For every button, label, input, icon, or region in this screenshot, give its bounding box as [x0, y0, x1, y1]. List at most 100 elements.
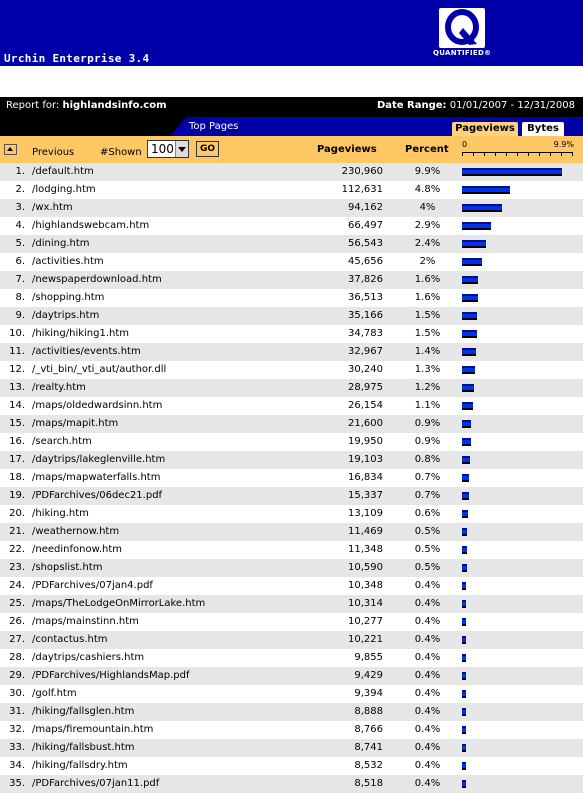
scale-tick	[473, 152, 474, 156]
row-page-link[interactable]: /default.htm	[32, 163, 94, 181]
scroll-up-button[interactable]	[4, 144, 17, 155]
row-pageviews: 9,429	[354, 670, 383, 681]
row-page-link[interactable]: /hiking/hiking1.htm	[32, 325, 129, 343]
row-percent: 1.4%	[414, 346, 441, 357]
row-percent-bar	[462, 780, 466, 788]
row-pageviews: 16,834	[348, 472, 383, 483]
row-pageviews: 26,154	[348, 400, 383, 411]
row-page-link[interactable]: /shopping.htm	[32, 289, 104, 307]
table-row: 34. /hiking/fallsdry.htm 8,532 0.4%	[0, 757, 583, 775]
row-page-link[interactable]: /highlandswebcam.htm	[32, 217, 149, 235]
table-row: 14. /maps/oldedwardsinn.htm 26,154 1.1%	[0, 397, 583, 415]
row-percent-bar	[462, 726, 466, 734]
row-pageviews: 8,518	[354, 778, 383, 789]
row-percent: 1.1%	[414, 400, 441, 411]
row-page-link[interactable]: /activities.htm	[32, 253, 104, 271]
row-page-link[interactable]: /dining.htm	[32, 235, 89, 253]
row-percent-bar	[462, 312, 477, 320]
row-page-link[interactable]: /hiking.htm	[32, 505, 89, 523]
row-page-link[interactable]: /maps/firemountain.htm	[32, 721, 153, 739]
table-row: 16. /search.htm 19,950 0.9%	[0, 433, 583, 451]
column-header-pageviews[interactable]: Pageviews	[317, 144, 377, 155]
row-page-link[interactable]: /maps/mainstinn.htm	[32, 613, 139, 631]
row-rank: 8.	[15, 292, 25, 303]
scale-tick	[550, 152, 551, 156]
row-page-link[interactable]: /daytrips/lakeglenville.htm	[32, 451, 165, 469]
row-rank: 21.	[9, 526, 25, 537]
row-pageviews: 28,975	[348, 382, 383, 393]
row-page-link[interactable]: /golf.htm	[32, 685, 77, 703]
row-page-link[interactable]: /hiking/fallsbust.htm	[32, 739, 135, 757]
row-page-link[interactable]: /daytrips.htm	[32, 307, 99, 325]
row-rank: 34.	[9, 760, 25, 771]
go-button[interactable]: GO	[196, 141, 219, 157]
table-row: 3. /wx.htm 94,162 4%	[0, 199, 583, 217]
row-page-link[interactable]: /daytrips/cashiers.htm	[32, 649, 144, 667]
row-page-link[interactable]: /PDFarchives/HighlandsMap.pdf	[32, 667, 190, 685]
row-percent: 0.9%	[414, 418, 441, 429]
row-page-link[interactable]: /weathernow.htm	[32, 523, 119, 541]
table-row: 28. /daytrips/cashiers.htm 9,855 0.4%	[0, 649, 583, 667]
table-row: 32. /maps/firemountain.htm 8,766 0.4%	[0, 721, 583, 739]
tab-pageviews[interactable]: Pageviews	[452, 122, 518, 136]
row-percent-bar	[462, 384, 474, 392]
row-page-link[interactable]: /maps/oldedwardsinn.htm	[32, 397, 162, 415]
row-pageviews: 15,337	[348, 490, 383, 501]
row-percent-bar	[462, 168, 562, 176]
shown-select[interactable]: 100	[147, 140, 189, 158]
row-page-link[interactable]: /activities/events.htm	[32, 343, 141, 361]
spacer-band	[0, 66, 583, 97]
row-rank: 10.	[9, 328, 25, 339]
row-page-link[interactable]: /realty.htm	[32, 379, 86, 397]
tab-bytes[interactable]: Bytes	[522, 122, 564, 136]
row-page-link[interactable]: /maps/mapwaterfalls.htm	[32, 469, 160, 487]
row-pageviews: 10,348	[348, 580, 383, 591]
row-page-link[interactable]: /hiking/fallsglen.htm	[32, 703, 134, 721]
row-page-link[interactable]: /newspaperdownload.htm	[32, 271, 162, 289]
row-percent-bar	[462, 510, 468, 518]
tab-bar-left	[0, 117, 180, 136]
row-pageviews: 45,656	[348, 256, 383, 267]
row-percent: 0.5%	[414, 544, 441, 555]
row-page-link[interactable]: /needinfonow.htm	[32, 541, 122, 559]
row-pageviews: 34,783	[348, 328, 383, 339]
row-rank: 22.	[9, 544, 25, 555]
table-row: 26. /maps/mainstinn.htm 10,277 0.4%	[0, 613, 583, 631]
row-page-link[interactable]: /PDFarchives/07jan4.pdf	[32, 577, 153, 595]
row-pageviews: 8,532	[354, 760, 383, 771]
logo-text: QUANTIFIED®	[433, 49, 492, 57]
row-pageviews: 10,314	[348, 598, 383, 609]
row-percent-bar	[462, 600, 466, 608]
row-percent-bar	[462, 186, 510, 194]
row-percent: 1.5%	[414, 328, 441, 339]
table-row: 17. /daytrips/lakeglenville.htm 19,103 0.8%	[0, 451, 583, 469]
row-percent: 0.5%	[414, 562, 441, 573]
row-percent-bar	[462, 762, 466, 770]
row-page-link[interactable]: /maps/mapit.htm	[32, 415, 118, 433]
row-page-link[interactable]: /shopslist.htm	[32, 559, 102, 577]
row-page-link[interactable]: /hiking/fallsdry.htm	[32, 757, 128, 775]
column-header-percent[interactable]: Percent	[405, 144, 449, 155]
previous-link[interactable]: Previous	[32, 147, 74, 158]
row-page-link[interactable]: /PDFarchives/06dec21.pdf	[32, 487, 162, 505]
row-pageviews: 66,497	[348, 220, 383, 231]
row-page-link[interactable]: /lodging.htm	[32, 181, 96, 199]
report-site: highlandsinfo.com	[62, 100, 167, 111]
row-page-link[interactable]: /search.htm	[32, 433, 92, 451]
row-page-link[interactable]: /contactus.htm	[32, 631, 108, 649]
row-percent: 1.6%	[414, 292, 441, 303]
row-page-link[interactable]: /PDFarchives/07jan11.pdf	[32, 775, 159, 793]
table-row: 10. /hiking/hiking1.htm 34,783 1.5%	[0, 325, 583, 343]
row-pageviews: 8,741	[354, 742, 383, 753]
row-pageviews: 11,348	[348, 544, 383, 555]
row-rank: 4.	[15, 220, 25, 231]
row-percent-bar	[462, 222, 491, 230]
date-range-value: 01/01/2007 - 12/31/2008	[449, 100, 575, 111]
row-percent-bar	[462, 348, 476, 356]
row-page-link[interactable]: /maps/TheLodgeOnMirrorLake.htm	[32, 595, 205, 613]
row-percent-bar	[462, 690, 466, 698]
row-page-link[interactable]: /wx.htm	[32, 199, 73, 217]
row-percent-bar	[462, 456, 470, 464]
row-rank: 28.	[9, 652, 25, 663]
row-page-link[interactable]: /_vti_bin/_vti_aut/author.dll	[32, 361, 166, 379]
